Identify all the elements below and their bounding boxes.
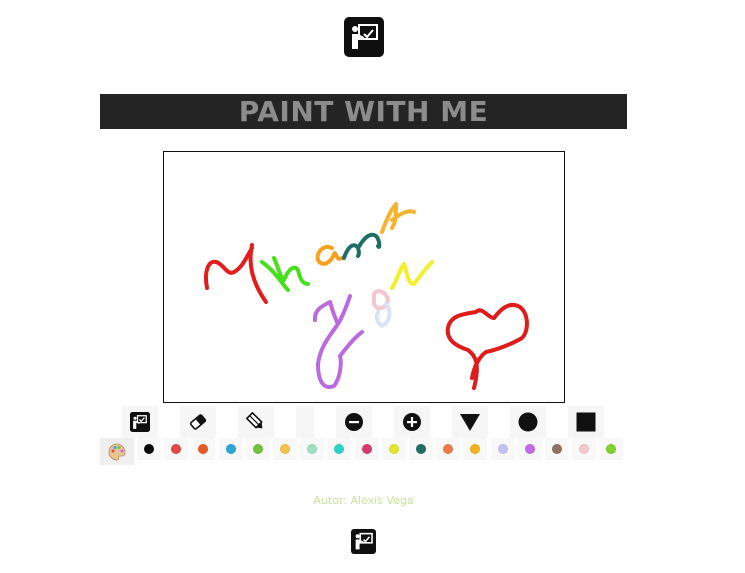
- eraser-tool[interactable]: [180, 406, 216, 438]
- increase-size-button[interactable]: [394, 406, 430, 438]
- swatch-dot: [416, 444, 426, 454]
- swatch-dot: [443, 444, 454, 454]
- pencil-icon: [246, 412, 263, 429]
- eraser-icon: [189, 414, 207, 430]
- stroke-letter-u: [390, 260, 434, 290]
- color-swatch[interactable]: [599, 438, 624, 460]
- teacher-board-icon: [355, 532, 373, 550]
- circle-brush-button[interactable]: [510, 406, 546, 438]
- palette-icon: [108, 443, 126, 460]
- blank-tool[interactable]: [296, 406, 314, 438]
- color-swatch[interactable]: [463, 438, 488, 460]
- color-swatch[interactable]: [572, 438, 597, 460]
- color-swatch[interactable]: [300, 438, 325, 460]
- swatch-dot: [606, 444, 617, 454]
- swatch-dot: [334, 444, 345, 454]
- swatch-dot: [361, 444, 372, 454]
- square-brush-button[interactable]: [568, 406, 604, 438]
- swatch-dot: [280, 444, 290, 454]
- color-swatch[interactable]: [273, 438, 297, 460]
- stroke-letter-a: [315, 245, 344, 266]
- canvas-drawing: [204, 202, 529, 390]
- swatch-dot: [388, 444, 399, 454]
- triangle-brush-button[interactable]: [452, 406, 488, 438]
- header-logo[interactable]: [344, 17, 384, 57]
- triangle-icon: [460, 414, 480, 431]
- swatch-dot: [552, 444, 562, 454]
- swatch-dot: [198, 444, 209, 454]
- teacher-board-icon: [130, 412, 150, 432]
- color-swatch[interactable]: [354, 438, 379, 460]
- stroke-letter-T: [204, 243, 268, 304]
- title-banner: PAINT WITH ME: [100, 94, 627, 129]
- stroke-letter-n: [342, 232, 382, 260]
- color-palette: [100, 438, 627, 465]
- plus-circle-icon: [403, 413, 421, 431]
- color-swatch[interactable]: [545, 438, 569, 460]
- drawing-canvas[interactable]: [163, 151, 565, 403]
- minus-circle-icon: [345, 413, 363, 431]
- footer-logo[interactable]: [351, 529, 376, 554]
- board-tool[interactable]: [122, 406, 158, 438]
- color-swatch[interactable]: [409, 438, 433, 460]
- square-icon: [576, 412, 596, 432]
- swatch-dot: [225, 444, 236, 454]
- page-title: PAINT WITH ME: [238, 95, 489, 128]
- swatch-dot: [171, 444, 182, 454]
- color-swatch[interactable]: [327, 438, 352, 460]
- swatch-dot: [307, 444, 318, 454]
- color-swatch[interactable]: [490, 438, 515, 460]
- swatch-dot: [524, 444, 535, 454]
- stroke-letter-h: [260, 256, 310, 292]
- swatch-dot: [470, 444, 481, 454]
- color-swatch[interactable]: [245, 438, 270, 460]
- teacher-board-icon: [352, 24, 378, 49]
- stroke-letter-k: [380, 202, 416, 234]
- pencil-tool[interactable]: [238, 406, 274, 438]
- swatch-dot: [497, 444, 508, 454]
- author-credit: Autor: Alexis Vega: [313, 494, 414, 507]
- color-swatch[interactable]: [436, 438, 461, 460]
- decrease-size-button[interactable]: [336, 406, 372, 438]
- circle-icon: [518, 412, 538, 432]
- swatch-dot: [579, 444, 590, 454]
- color-swatch[interactable]: [517, 438, 542, 460]
- color-swatch[interactable]: [191, 438, 216, 460]
- color-swatch[interactable]: [137, 438, 161, 460]
- swatch-dot: [252, 444, 263, 454]
- color-swatch[interactable]: [218, 438, 243, 460]
- stroke-heart: [445, 303, 529, 390]
- palette-button[interactable]: [100, 438, 134, 465]
- color-swatch[interactable]: [164, 438, 189, 460]
- stroke-letter-y: [312, 294, 364, 389]
- swatch-dot: [144, 444, 154, 454]
- toolbar: [100, 406, 627, 438]
- color-swatch[interactable]: [381, 438, 406, 460]
